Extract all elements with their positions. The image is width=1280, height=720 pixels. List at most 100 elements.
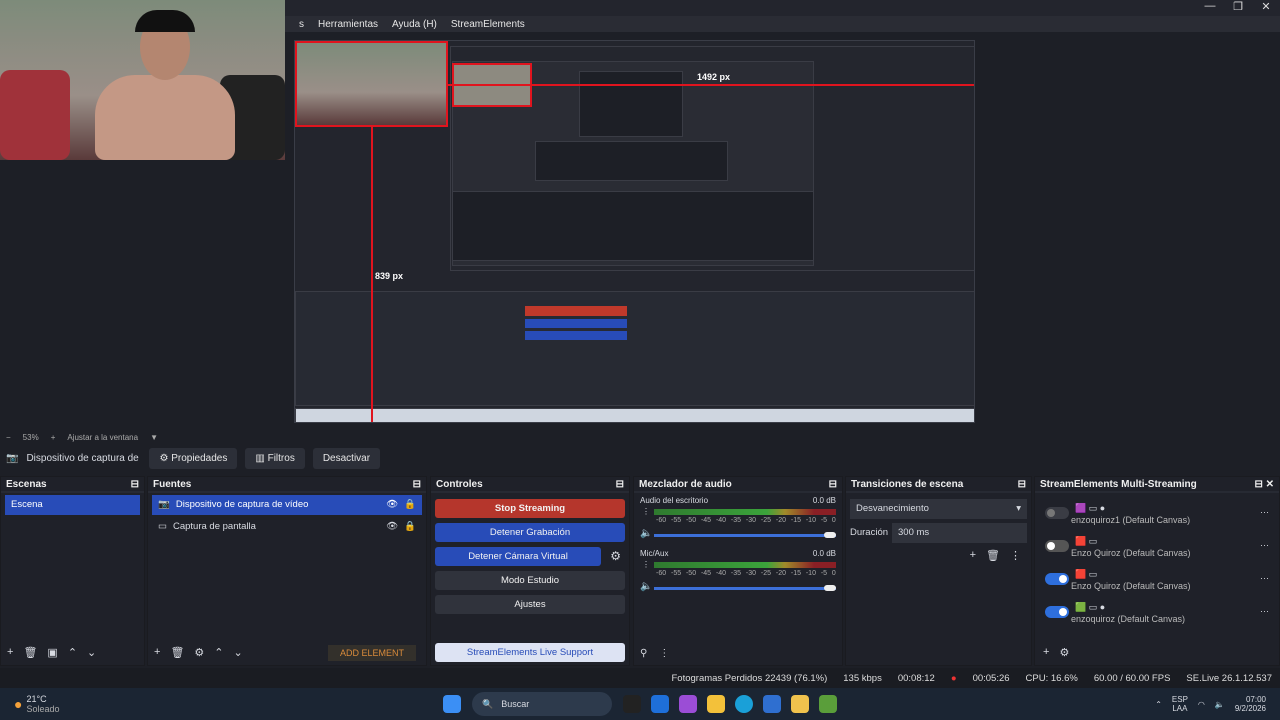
monitor-icon: ▭ [158, 521, 167, 532]
trash-icon[interactable]: 🗑 [170, 646, 184, 659]
sun-icon: ● [14, 696, 23, 712]
multistreaming-dock: StreamElements Multi-Streaming ⊟ ✕ 🟪 ▭ ● … [1034, 476, 1280, 666]
menu-streamelements[interactable]: StreamElements [451, 19, 525, 30]
volume-icon[interactable]: 🔈 [1215, 700, 1225, 709]
trash-icon[interactable]: 🗑 [23, 646, 37, 659]
sources-dock: Fuentes ⊟ 📷 Dispositivo de captura de víde… [147, 476, 427, 666]
chevron-up-icon[interactable]: ⌃ [214, 646, 223, 659]
filters-button[interactable]: ▥ Filtros [245, 447, 305, 469]
live-support-button[interactable]: StreamElements Live Support [435, 643, 625, 662]
volume-slider[interactable] [654, 587, 836, 590]
minimize-button[interactable]: — [1196, 0, 1224, 14]
clock[interactable]: 07:00 9/2/2026 [1235, 695, 1266, 713]
mail-icon[interactable] [763, 695, 781, 713]
source-item[interactable]: 📷 Dispositivo de captura de vídeo 👁 🔒 [152, 495, 422, 515]
multistream-toolbar: + ⚙ [1043, 646, 1069, 659]
task-view-icon[interactable] [623, 695, 641, 713]
wifi-icon[interactable]: ◠ [1198, 700, 1205, 709]
dock-menu-icon[interactable]: ⊟ [1018, 479, 1026, 490]
more-icon[interactable]: ··· [1260, 606, 1269, 616]
stop-virtual-camera-button[interactable]: Detener Cámara Virtual [435, 547, 601, 566]
properties-button[interactable]: ⚙ Propiedades [149, 447, 238, 469]
close-button[interactable]: ✕ [1252, 0, 1280, 14]
close-icon[interactable]: ⊟ ✕ [1254, 479, 1274, 490]
settings-button[interactable]: Ajustes [435, 595, 625, 614]
link-icon[interactable]: ⚲ [640, 648, 647, 659]
speaker-icon[interactable]: 🔈 [640, 581, 652, 592]
kebab-icon[interactable]: ⋮ [642, 507, 650, 516]
chevron-down-icon[interactable]: ⌄ [234, 646, 243, 659]
zoom-dropdown[interactable]: ▼ [150, 433, 158, 442]
more-icon[interactable]: ··· [1260, 540, 1269, 550]
chevron-up-icon[interactable]: ⌃ [68, 646, 77, 659]
scene-item[interactable]: Escena [5, 495, 140, 515]
preview-canvas[interactable]: 1492 px 839 px [294, 40, 975, 423]
maximize-button[interactable]: ❐ [1224, 0, 1252, 14]
tick: 0 [831, 570, 836, 577]
temperature: 21°C [26, 694, 47, 704]
menu-ayuda[interactable]: Ayuda (H) [392, 19, 437, 30]
add-icon[interactable]: + [970, 549, 976, 562]
dock-menu-icon[interactable]: ⊟ [829, 479, 837, 490]
transitions-dock: Transiciones de escena ⊟ Desvanecimiento ▾… [845, 476, 1032, 666]
transition-select[interactable]: Desvanecimiento ▾ [850, 499, 1027, 519]
lock-icon[interactable]: 🔒 [404, 521, 416, 533]
duration-input[interactable]: 300 ms [892, 523, 1027, 543]
eye-icon[interactable]: 👁 [386, 521, 398, 533]
dock-menu-icon[interactable]: ⊟ [131, 479, 139, 490]
volume-slider-knob[interactable] [824, 585, 836, 591]
eye-icon[interactable]: 👁 [386, 499, 398, 511]
toggle-switch[interactable] [1045, 573, 1069, 585]
stop-streaming-button[interactable]: Stop Streaming [435, 499, 625, 518]
zoom-out-button[interactable]: − [6, 433, 11, 442]
transition-selected: Desvanecimiento [856, 503, 929, 514]
more-icon[interactable]: ··· [1260, 573, 1269, 583]
volume-slider-knob[interactable] [824, 532, 836, 538]
chevron-down-icon[interactable]: ⌄ [87, 646, 96, 659]
lock-icon[interactable]: 🔒 [404, 499, 416, 511]
source-item[interactable]: ▭ Captura de pantalla 👁 🔒 [152, 517, 422, 537]
nested-obs-docks [295, 291, 974, 406]
store-icon[interactable] [651, 695, 669, 713]
chevron-up-icon[interactable]: ⌃ [1155, 700, 1162, 709]
gear-icon[interactable]: ⚙ [194, 646, 204, 659]
toggle-switch[interactable] [1045, 606, 1069, 618]
speaker-icon[interactable]: 🔈 [640, 528, 652, 539]
chrome-icon[interactable] [791, 695, 809, 713]
trash-icon[interactable]: 🗑 [986, 549, 1000, 562]
kebab-icon[interactable]: ⋮ [642, 560, 650, 569]
transitions-title: Transiciones de escena [851, 479, 964, 490]
windows-start-icon[interactable] [443, 695, 461, 713]
filter-icon[interactable]: ▣ [47, 646, 57, 659]
dock-menu-icon[interactable]: ⊟ [616, 479, 624, 490]
add-icon[interactable]: + [1043, 646, 1049, 659]
kebab-icon[interactable]: ⋮ [1010, 549, 1021, 562]
taskbar-search[interactable]: 🔍 Buscar [472, 692, 612, 716]
menu-item[interactable]: s [299, 19, 304, 30]
gear-icon[interactable]: ⚙ [1059, 646, 1069, 659]
more-icon[interactable]: ··· [1260, 507, 1269, 517]
language-indicator[interactable]: ESP LAA [1172, 695, 1188, 713]
webcam-source-selection[interactable] [295, 41, 448, 127]
kebab-icon[interactable]: ⋮ [659, 648, 669, 659]
app-icon[interactable] [819, 695, 837, 713]
add-element-button[interactable]: ADD ELEMENT [327, 645, 416, 661]
stop-recording-button[interactable]: Detener Grabación [435, 523, 625, 542]
volume-slider[interactable] [654, 534, 836, 537]
studio-mode-button[interactable]: Modo Estudio [435, 571, 625, 590]
gear-icon[interactable]: ⚙ [610, 549, 621, 563]
weather-widget[interactable]: ● 21°C Soleado [0, 694, 80, 714]
copilot-icon[interactable] [679, 695, 697, 713]
add-icon[interactable]: + [7, 646, 13, 659]
tick: -25 [760, 570, 772, 577]
folder-icon[interactable] [707, 695, 725, 713]
deactivate-button[interactable]: Desactivar [312, 447, 381, 469]
toggle-switch[interactable] [1045, 507, 1069, 519]
add-icon[interactable]: + [154, 646, 160, 659]
filter-icon: ▥ [255, 452, 268, 464]
dock-menu-icon[interactable]: ⊟ [413, 479, 421, 490]
edge-icon[interactable] [735, 695, 753, 713]
menu-herramientas[interactable]: Herramientas [318, 19, 378, 30]
toggle-switch[interactable] [1045, 540, 1069, 552]
zoom-in-button[interactable]: + [51, 433, 56, 442]
